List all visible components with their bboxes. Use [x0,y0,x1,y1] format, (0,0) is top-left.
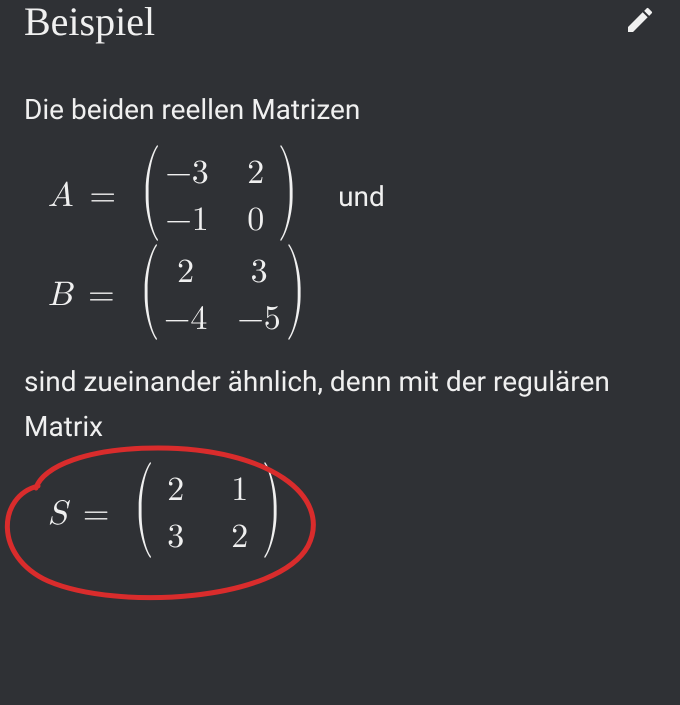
cell: 2 [159,472,193,509]
cell: 3 [237,254,280,291]
article-section: Beispiel Die beiden reellen Matrizen A =… [0,0,680,595]
paren-right: ) [261,468,282,561]
matrix-A-row: A = ( −3 2 −1 0 ) und [48,151,656,244]
matrix-S-block: S = ( 2 1 3 2 ) [24,468,656,561]
section-header: Beispiel [24,0,656,44]
und-text: und [338,182,385,213]
pencil-icon[interactable] [624,4,656,40]
intro-text: Die beiden reellen Matrizen [24,88,656,133]
cell: −4 [164,301,207,338]
paren-left: ( [134,468,155,561]
cell: 3 [159,519,193,556]
cell: 0 [239,202,273,239]
equals: = [84,178,122,215]
var-S: S [48,496,67,533]
paren-left: ( [139,250,160,343]
matrices-block: A = ( −3 2 −1 0 ) und B = ( 2 3 [24,151,656,343]
matrix-B-row: B = ( 2 3 −4 −5 ) [48,250,656,343]
cell: −1 [165,202,208,239]
paren-right: ) [277,151,298,244]
matrix-S: ( 2 1 3 2 ) [125,468,290,561]
matrix-B-grid: 2 3 −4 −5 [156,250,289,343]
cell: −3 [165,155,208,192]
paren-right: ) [285,250,306,343]
matrix-S-grid: 2 1 3 2 [151,468,265,561]
mid-text: sind zueinander ähnlich, denn mit der re… [24,360,656,450]
section-title: Beispiel [24,0,155,44]
paren-left: ( [140,151,161,244]
cell: 2 [223,519,257,556]
matrix-A: ( −3 2 −1 0 ) [132,151,306,244]
cell: 1 [223,472,257,509]
var-B: B [48,277,72,314]
var-A: A [48,178,74,215]
cell: 2 [164,254,207,291]
cell: 2 [239,155,273,192]
cell: −5 [237,301,280,338]
matrix-S-row: S = ( 2 1 3 2 ) [48,468,656,561]
matrix-B: ( 2 3 −4 −5 ) [131,250,315,343]
matrix-A-grid: −3 2 −1 0 [157,151,280,244]
equals: = [82,277,120,314]
equals: = [77,496,115,533]
